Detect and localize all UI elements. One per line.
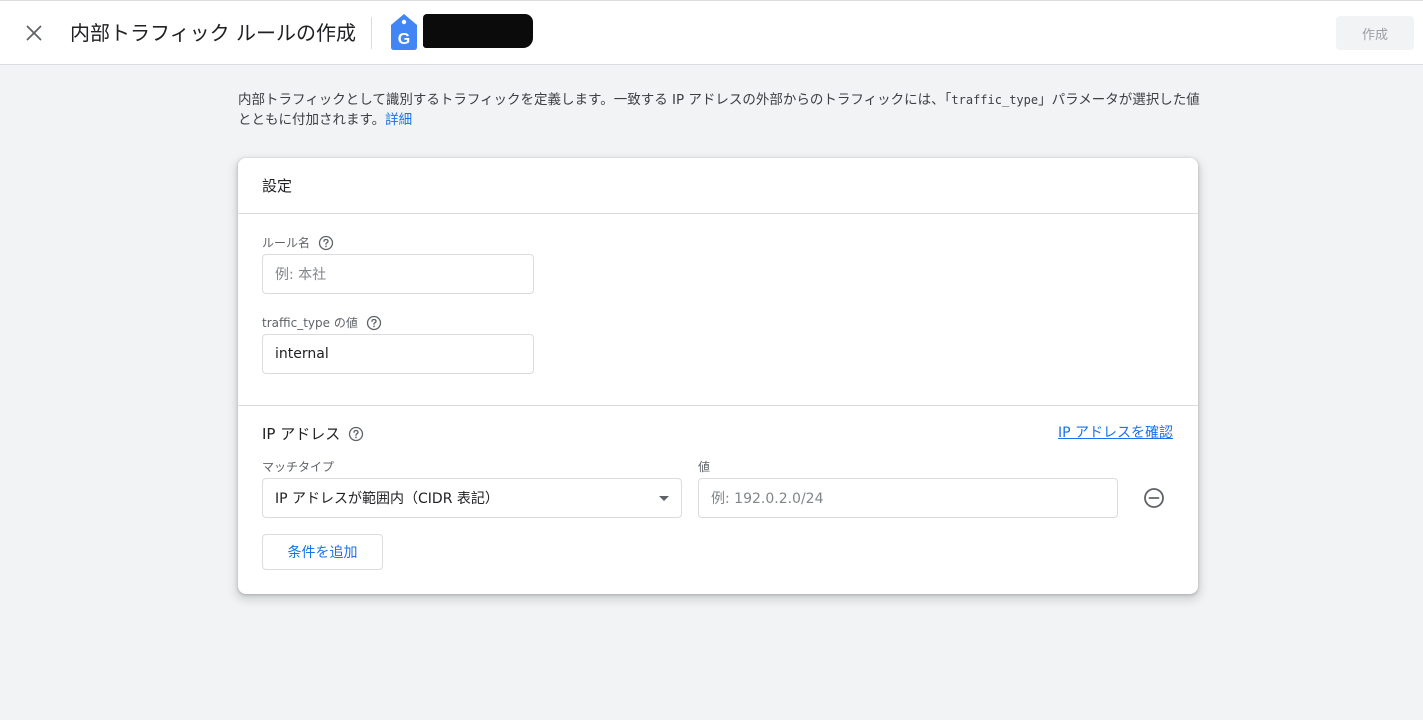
match-type-label: マッチタイプ	[262, 460, 335, 474]
help-icon[interactable]	[318, 235, 334, 251]
help-icon[interactable]	[366, 315, 382, 331]
dropdown-arrow-icon	[659, 495, 669, 501]
traffic-type-label-text: traffic_type の値	[262, 316, 358, 330]
ip-address-title-text: IP アドレス	[262, 425, 341, 443]
traffic-type-input[interactable]: internal	[262, 334, 534, 374]
top-app-bar: 内部トラフィック ルールの作成 G 作成	[0, 0, 1423, 65]
card-title: 設定	[262, 177, 293, 195]
google-tag-icon: G	[391, 14, 417, 50]
rule-name-input[interactable]: 例: 本社	[262, 254, 534, 294]
ip-value-input[interactable]: 例: 192.0.2.0/24	[698, 478, 1118, 518]
help-icon[interactable]	[348, 426, 364, 442]
rule-name-label-text: ルール名	[262, 236, 311, 250]
page-title: 内部トラフィック ルールの作成	[70, 21, 356, 45]
description-text-before: 内部トラフィックとして識別するトラフィックを定義します。一致する IP アドレス…	[238, 92, 952, 108]
add-condition-button[interactable]: 条件を追加	[262, 534, 383, 570]
card-header: 設定	[238, 158, 1198, 214]
svg-text:G: G	[398, 31, 410, 48]
description-code: traffic_type	[951, 93, 1039, 107]
check-ip-address-link[interactable]: IP アドレスを確認	[1058, 422, 1173, 442]
create-button[interactable]: 作成	[1336, 16, 1414, 50]
header-divider	[371, 17, 372, 49]
learn-more-link[interactable]: 詳細	[385, 112, 412, 128]
match-type-select[interactable]: IP アドレスが範囲内（CIDR 表記）	[262, 478, 682, 518]
remove-condition-icon[interactable]	[1142, 486, 1166, 510]
ip-address-section-title: IP アドレス	[262, 423, 364, 444]
redacted-property-name	[423, 14, 533, 48]
description-text: 内部トラフィックとして識別するトラフィックを定義します。一致する IP アドレス…	[238, 90, 1200, 130]
close-button[interactable]	[22, 21, 46, 45]
settings-card: 設定 ルール名 例: 本社 traffic_type の値 internal I…	[238, 158, 1198, 594]
match-type-selected-value: IP アドレスが範囲内（CIDR 表記）	[275, 491, 499, 507]
rule-name-label: ルール名	[262, 234, 334, 251]
section-divider	[238, 405, 1198, 406]
traffic-type-label: traffic_type の値	[262, 314, 382, 331]
value-label: 値	[698, 460, 711, 474]
close-icon	[26, 25, 42, 41]
